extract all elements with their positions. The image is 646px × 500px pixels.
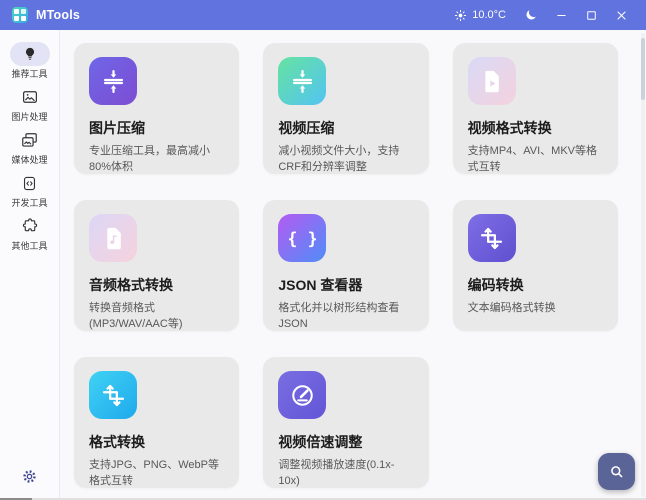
tool-card-title: 编码转换 <box>468 275 603 295</box>
tool-icon-tile <box>89 371 137 419</box>
search-fab-button[interactable] <box>598 453 635 490</box>
video-file-icon <box>478 68 505 95</box>
image-icon <box>21 88 39 106</box>
tool-card-encoding-conversion[interactable]: 编码转换 文本编码格式转换 <box>453 200 618 331</box>
app-logo-icon <box>12 7 28 23</box>
weather-widget[interactable]: 10.0°C <box>454 9 506 22</box>
close-icon <box>615 9 628 22</box>
tool-icon-tile: { } <box>278 214 326 262</box>
sidebar-item-other-tools[interactable]: 其他工具 <box>10 214 50 252</box>
titlebar-right: 10.0°C <box>454 0 636 30</box>
tool-icon-tile <box>89 57 137 105</box>
tool-icon-tile <box>468 214 516 262</box>
tool-card-json-viewer[interactable]: { } JSON 查看器 格式化并以树形结构查看 JSON <box>263 200 428 331</box>
tool-card-title: JSON 查看器 <box>278 275 413 295</box>
sidebar-item-recommended-tools[interactable]: 推荐工具 <box>10 42 50 80</box>
tool-card-audio-format-conversion[interactable]: 音频格式转换 转换音频格式(MP3/WAV/AAC等) <box>74 200 239 331</box>
tool-card-format-conversion[interactable]: 格式转换 支持JPG、PNG、WebP等格式互转 <box>74 357 239 488</box>
tool-card-description: 减小视频文件大小，支持CRF和分辨率调整 <box>278 144 413 174</box>
tool-card-title: 视频格式转换 <box>468 118 603 138</box>
sidebar-item-media-processing[interactable]: 媒体处理 <box>10 128 50 166</box>
sidebar-item-icon-pill <box>10 171 50 195</box>
main-content: 图片压缩 专业压缩工具，最高减小80%体积 视频压缩 减小视频文件大小，支持CR… <box>60 30 646 500</box>
titlebar-left: MTools <box>12 7 80 23</box>
sidebar-item-label: 媒体处理 <box>11 154 47 166</box>
puzzle-icon <box>21 217 39 235</box>
close-button[interactable] <box>606 0 636 30</box>
app-body: 推荐工具 图片处理 媒体处理 开发工具 其他工具 图片压缩 专业压缩工具，最高减… <box>0 30 646 500</box>
app-window: MTools 10.0°C 推荐工具 图片处 <box>0 0 646 500</box>
tool-card-title: 视频压缩 <box>278 118 413 138</box>
svg-text:{ }: { } <box>289 228 316 248</box>
sidebar-items: 推荐工具 图片处理 媒体处理 开发工具 其他工具 <box>10 42 50 257</box>
search-icon <box>608 463 625 480</box>
crop-icon <box>478 225 505 252</box>
json-icon: { } <box>289 225 316 252</box>
settings-button[interactable] <box>16 462 44 490</box>
sidebar-item-label: 图片处理 <box>11 111 47 123</box>
sidebar-item-icon-pill <box>10 42 50 66</box>
app-title: MTools <box>36 8 80 22</box>
tool-card-description: 调整视频播放速度(0.1x-10x) <box>278 458 413 488</box>
sidebar-item-label: 开发工具 <box>11 197 47 209</box>
tool-card-description: 支持JPG、PNG、WebP等格式互转 <box>89 458 224 488</box>
minimize-icon <box>555 9 568 22</box>
tool-card-description: 专业压缩工具，最高减小80%体积 <box>89 144 224 174</box>
crop-icon <box>100 382 127 409</box>
sidebar-item-dev-tools[interactable]: 开发工具 <box>10 171 50 209</box>
maximize-button[interactable] <box>576 0 606 30</box>
tool-card-title: 音频格式转换 <box>89 275 224 295</box>
sidebar-item-icon-pill <box>10 85 50 109</box>
theme-toggle-button[interactable] <box>516 0 546 30</box>
tool-card-video-speed-adjustment[interactable]: 视频倍速调整 调整视频播放速度(0.1x-10x) <box>263 357 428 488</box>
sidebar-item-image-processing[interactable]: 图片处理 <box>10 85 50 123</box>
tool-icon-tile <box>278 57 326 105</box>
scrollbar-thumb[interactable] <box>641 38 645 100</box>
audio-file-icon <box>100 225 127 252</box>
tool-icon-tile <box>468 57 516 105</box>
tool-icon-tile <box>89 214 137 262</box>
speed-icon <box>289 382 316 409</box>
tool-icon-tile <box>278 371 326 419</box>
compress-icon <box>289 68 316 95</box>
sidebar-item-label: 推荐工具 <box>11 68 47 80</box>
lightbulb-icon <box>22 46 38 62</box>
tool-card-description: 支持MP4、AVI、MKV等格式互转 <box>468 144 603 174</box>
sun-icon <box>454 9 467 22</box>
minimize-button[interactable] <box>546 0 576 30</box>
compress-icon <box>100 68 127 95</box>
tool-card-grid: 图片压缩 专业压缩工具，最高减小80%体积 视频压缩 减小视频文件大小，支持CR… <box>74 43 618 488</box>
tool-card-description: 文本编码格式转换 <box>468 301 603 317</box>
scrollbar[interactable] <box>641 33 645 497</box>
gear-icon <box>21 468 38 485</box>
sidebar: 推荐工具 图片处理 媒体处理 开发工具 其他工具 <box>0 30 60 500</box>
tool-card-description: 格式化并以树形结构查看 JSON <box>278 301 413 331</box>
tool-card-title: 图片压缩 <box>89 118 224 138</box>
maximize-icon <box>585 9 598 22</box>
moon-icon <box>524 8 538 22</box>
sidebar-item-icon-pill <box>10 214 50 238</box>
temperature-label: 10.0°C <box>472 9 506 21</box>
tool-card-description: 转换音频格式(MP3/WAV/AAC等) <box>89 301 224 331</box>
tool-card-image-compression[interactable]: 图片压缩 专业压缩工具，最高减小80%体积 <box>74 43 239 174</box>
dev-icon <box>21 175 38 192</box>
tool-card-video-compression[interactable]: 视频压缩 减小视频文件大小，支持CRF和分辨率调整 <box>263 43 428 174</box>
sidebar-item-icon-pill <box>10 128 50 152</box>
sidebar-item-label: 其他工具 <box>11 240 47 252</box>
tool-card-title: 视频倍速调整 <box>278 432 413 452</box>
tool-card-title: 格式转换 <box>89 432 224 452</box>
media-icon <box>20 131 39 150</box>
tool-card-video-format-conversion[interactable]: 视频格式转换 支持MP4、AVI、MKV等格式互转 <box>453 43 618 174</box>
titlebar[interactable]: MTools 10.0°C <box>0 0 646 30</box>
